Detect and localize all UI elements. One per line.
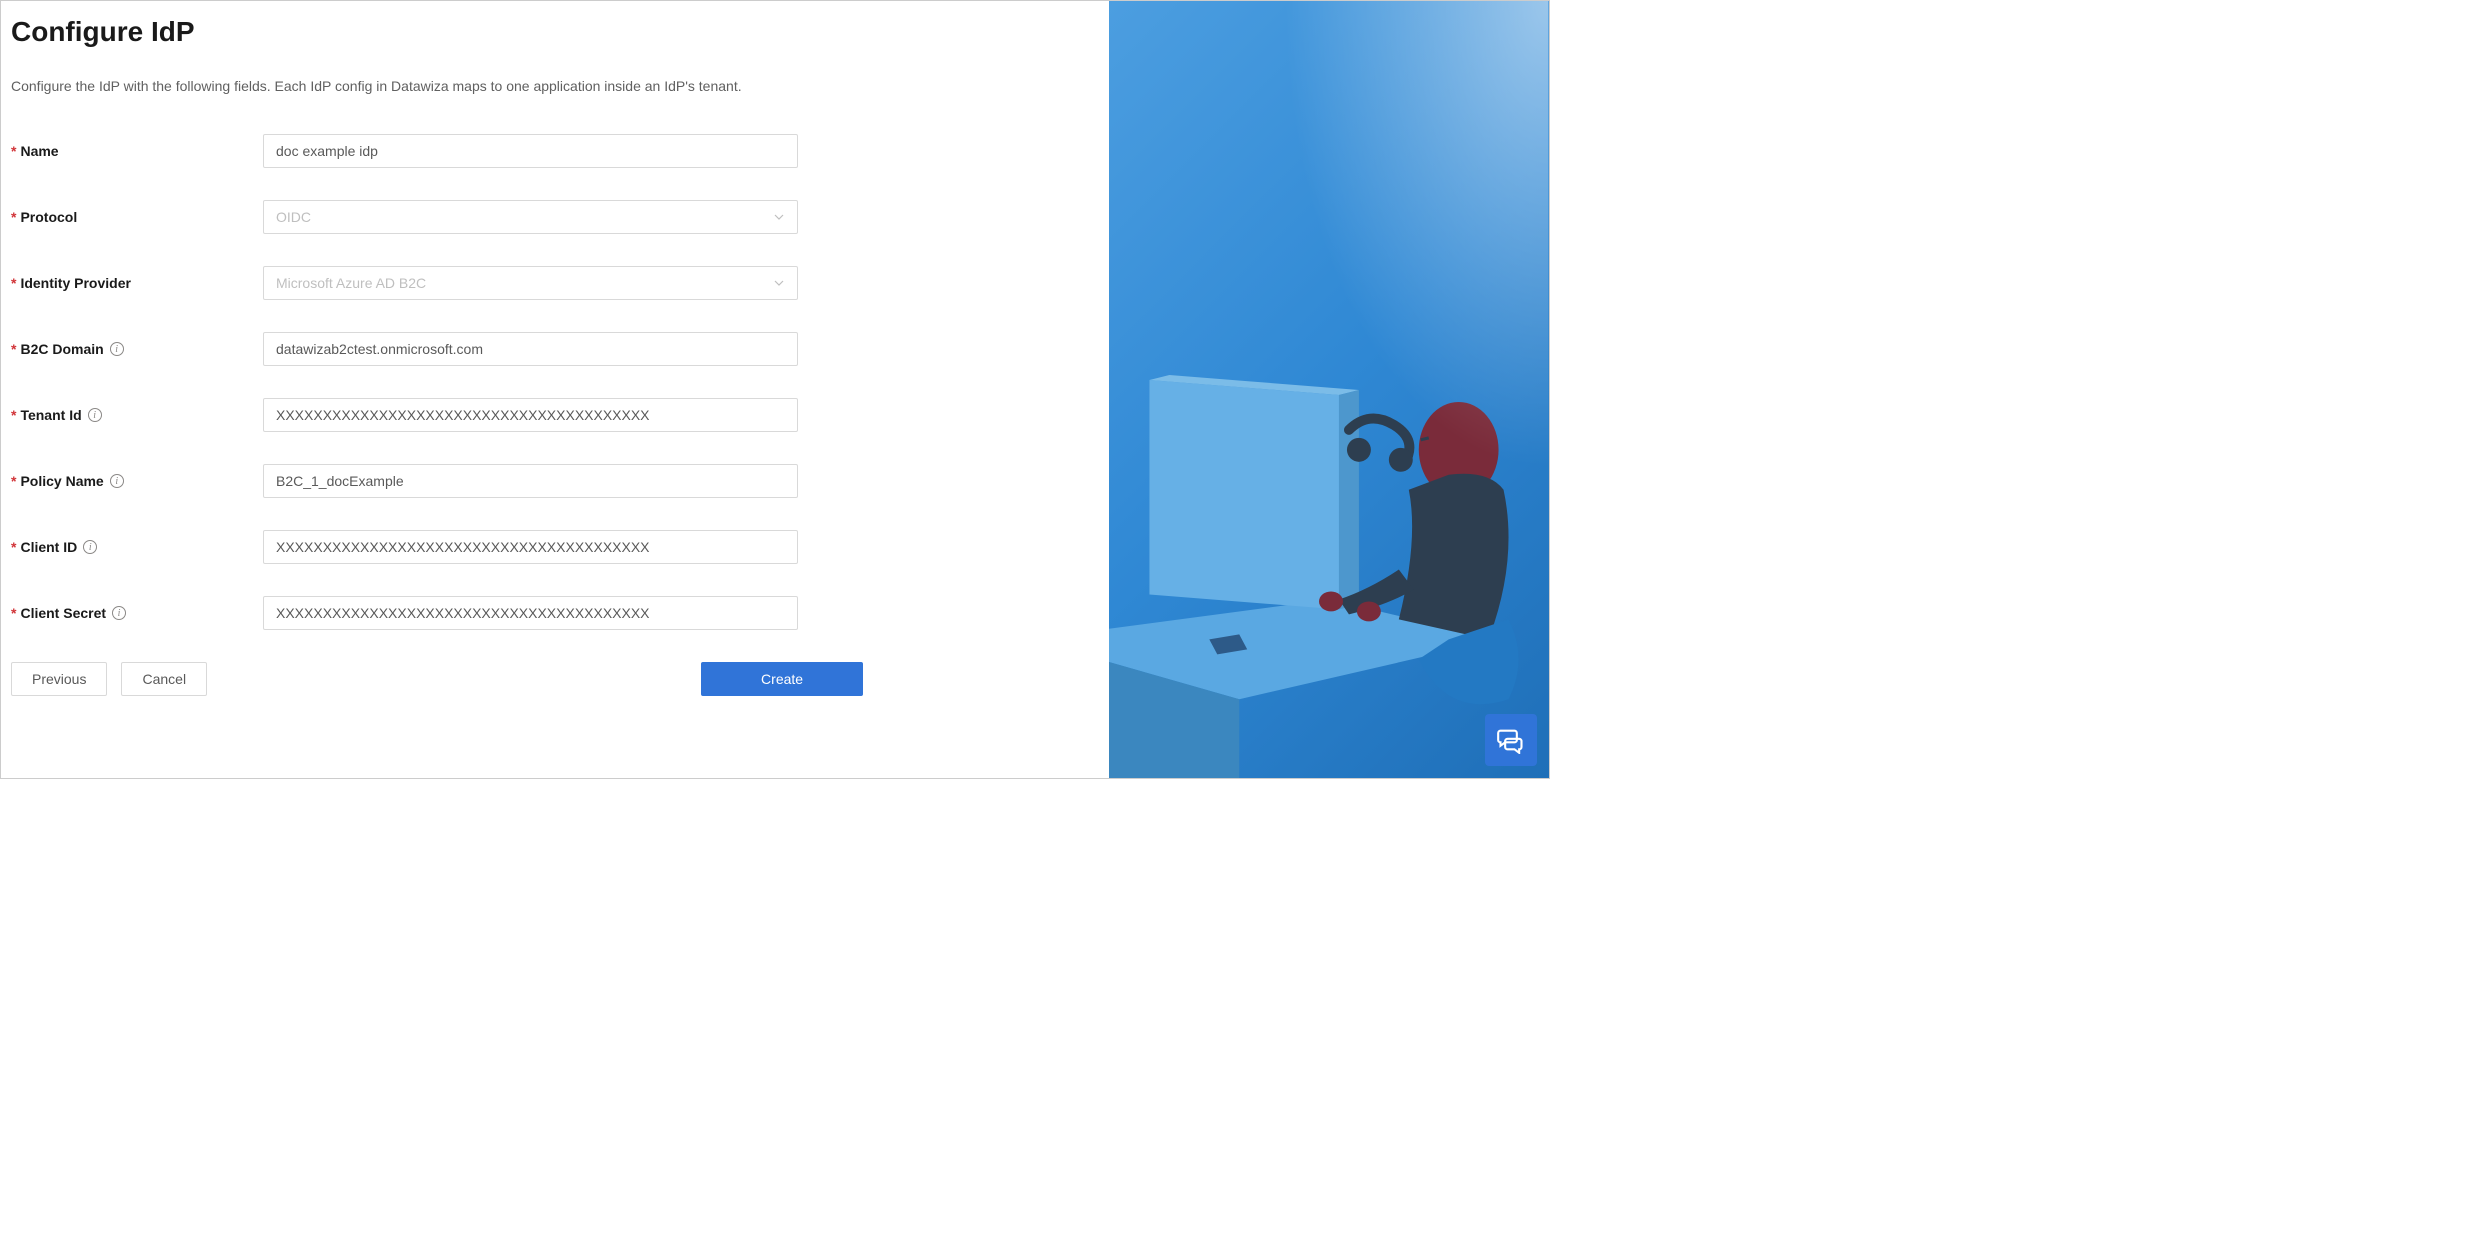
form-row-policy-name: * Policy Name i xyxy=(11,464,1099,498)
policy-name-input[interactable] xyxy=(263,464,798,498)
info-icon[interactable]: i xyxy=(83,540,97,554)
previous-button[interactable]: Previous xyxy=(11,662,107,696)
label-idp: * Identity Provider xyxy=(11,275,263,291)
info-icon[interactable]: i xyxy=(110,474,124,488)
page-description: Configure the IdP with the following fie… xyxy=(11,78,1099,94)
required-marker: * xyxy=(11,539,16,555)
cancel-button[interactable]: Cancel xyxy=(121,662,207,696)
form-row-client-secret: * Client Secret i xyxy=(11,596,1099,630)
required-marker: * xyxy=(11,143,16,159)
b2c-domain-input[interactable] xyxy=(263,332,798,366)
required-marker: * xyxy=(11,275,16,291)
chat-button[interactable] xyxy=(1485,714,1537,766)
client-id-input[interactable] xyxy=(263,530,798,564)
chevron-down-icon xyxy=(773,211,785,223)
button-row: Previous Cancel Create xyxy=(11,662,1099,696)
page-title: Configure IdP xyxy=(11,16,1099,48)
info-icon[interactable]: i xyxy=(112,606,126,620)
label-protocol-text: Protocol xyxy=(20,209,77,225)
form-row-client-id: * Client ID i xyxy=(11,530,1099,564)
page-container: Configure IdP Configure the IdP with the… xyxy=(1,1,1549,778)
form-row-b2c-domain: * B2C Domain i xyxy=(11,332,1099,366)
label-client-id-text: Client ID xyxy=(20,539,77,555)
label-tenant-id: * Tenant Id i xyxy=(11,407,263,423)
form-row-tenant-id: * Tenant Id i xyxy=(11,398,1099,432)
form-row-idp: * Identity Provider Microsoft Azure AD B… xyxy=(11,266,1099,300)
label-name-text: Name xyxy=(20,143,58,159)
label-client-id: * Client ID i xyxy=(11,539,263,555)
required-marker: * xyxy=(11,209,16,225)
illustration xyxy=(1109,1,1549,778)
form-row-protocol: * Protocol OIDC xyxy=(11,200,1099,234)
label-b2c-domain: * B2C Domain i xyxy=(11,341,263,357)
illustration-svg xyxy=(1109,1,1549,778)
protocol-select[interactable]: OIDC xyxy=(263,200,798,234)
label-client-secret-text: Client Secret xyxy=(20,605,106,621)
label-name: * Name xyxy=(11,143,263,159)
required-marker: * xyxy=(11,473,16,489)
form-section: Configure IdP Configure the IdP with the… xyxy=(1,1,1109,778)
label-protocol: * Protocol xyxy=(11,209,263,225)
chat-icon xyxy=(1497,726,1525,754)
tenant-id-input[interactable] xyxy=(263,398,798,432)
label-tenant-id-text: Tenant Id xyxy=(20,407,81,423)
chevron-down-icon xyxy=(773,277,785,289)
info-icon[interactable]: i xyxy=(88,408,102,422)
form-row-name: * Name xyxy=(11,134,1099,168)
required-marker: * xyxy=(11,341,16,357)
idp-value: Microsoft Azure AD B2C xyxy=(276,275,426,291)
name-input[interactable] xyxy=(263,134,798,168)
identity-provider-select[interactable]: Microsoft Azure AD B2C xyxy=(263,266,798,300)
label-policy-name: * Policy Name i xyxy=(11,473,263,489)
required-marker: * xyxy=(11,605,16,621)
client-secret-input[interactable] xyxy=(263,596,798,630)
required-marker: * xyxy=(11,407,16,423)
info-icon[interactable]: i xyxy=(110,342,124,356)
label-policy-name-text: Policy Name xyxy=(20,473,103,489)
label-b2c-domain-text: B2C Domain xyxy=(20,341,103,357)
label-client-secret: * Client Secret i xyxy=(11,605,263,621)
label-idp-text: Identity Provider xyxy=(20,275,130,291)
create-button[interactable]: Create xyxy=(701,662,863,696)
protocol-value: OIDC xyxy=(276,209,311,225)
